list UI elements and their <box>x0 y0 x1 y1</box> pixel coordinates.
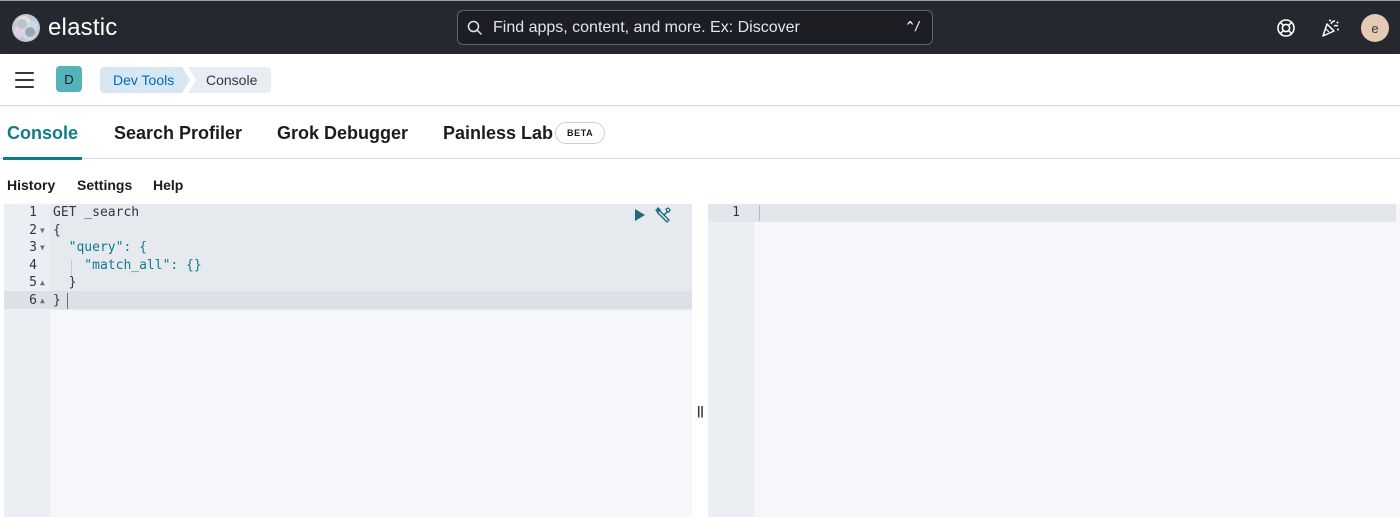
breadcrumb-bar: D Dev Tools Console <box>0 54 1400 106</box>
active-line-highlight <box>708 204 1396 222</box>
response-output[interactable]: 1 <box>708 204 1400 517</box>
hamburger-icon <box>15 86 34 88</box>
help-link[interactable]: Help <box>153 177 183 193</box>
line-number: 5 <box>29 275 37 291</box>
tab-painless-lab[interactable]: Painless Lab <box>443 107 553 159</box>
line-number: 4 <box>29 257 37 273</box>
drag-handle-icon[interactable]: || <box>697 404 704 418</box>
code-text: "match_all": {} <box>53 257 202 273</box>
beta-badge: BETA <box>555 122 606 144</box>
code-line: 3 ▼ "query": { <box>4 239 692 257</box>
line-number: 1 <box>732 205 740 220</box>
fold-toggle-icon[interactable]: ▲ <box>40 292 45 310</box>
elastic-logo-icon <box>12 14 40 42</box>
request-editor[interactable]: 1 GET _search 2 ▼ { 3 ▼ "query": { 4 "ma… <box>4 204 692 517</box>
settings-link[interactable]: Settings <box>77 177 132 193</box>
output-gutter <box>708 204 754 517</box>
fold-toggle-icon[interactable]: ▲ <box>40 274 45 292</box>
search-shortcut: ^/ <box>906 19 921 33</box>
elastic-logo[interactable]: elastic <box>11 13 117 43</box>
newsfeed-button[interactable] <box>1316 14 1344 42</box>
search-input[interactable] <box>493 11 893 44</box>
code-line: 6 ▲ } <box>4 292 692 310</box>
tab-console[interactable]: Console <box>3 107 83 160</box>
hamburger-icon <box>15 79 34 81</box>
logo-text: elastic <box>48 14 118 41</box>
dev-tools-tabs: Console Search Profiler Grok Debugger Pa… <box>0 107 1400 160</box>
code-line: 1 GET _search <box>4 204 692 222</box>
tab-search-profiler[interactable]: Search Profiler <box>114 107 242 159</box>
line-number: 2 <box>29 222 37 238</box>
search-icon <box>467 20 482 35</box>
pane-resizer[interactable]: || <box>692 204 708 517</box>
space-avatar[interactable]: D <box>56 66 82 92</box>
hamburger-icon <box>15 72 34 74</box>
fold-toggle-icon[interactable]: ▼ <box>40 239 45 257</box>
newsfeed-icon <box>1322 19 1339 37</box>
line-number: 6 <box>29 293 37 308</box>
help-button[interactable] <box>1272 14 1300 42</box>
help-icon <box>1277 19 1295 37</box>
wrench-icon[interactable] <box>654 206 674 224</box>
line-number: 3 <box>29 240 37 256</box>
breadcrumb-dev-tools[interactable]: Dev Tools <box>100 67 190 93</box>
tab-grok-debugger[interactable]: Grok Debugger <box>277 107 408 159</box>
run-icon[interactable] <box>634 208 646 222</box>
breadcrumb-console: Console <box>188 67 271 93</box>
code-line: 5 ▲ } <box>4 274 692 292</box>
code-text: } <box>53 275 77 291</box>
history-link[interactable]: History <box>7 177 55 193</box>
code-text: } <box>53 293 61 308</box>
line-number: 1 <box>29 205 37 220</box>
code-text: GET _search <box>53 205 140 220</box>
global-header: elastic ^/ e <box>0 0 1400 54</box>
global-search[interactable]: ^/ <box>457 10 933 45</box>
text-cursor <box>67 293 68 309</box>
user-avatar[interactable]: e <box>1361 14 1389 42</box>
fold-toggle-icon[interactable]: ▼ <box>40 222 45 240</box>
text-cursor <box>759 205 760 221</box>
code-text: { <box>53 222 61 238</box>
code-line: 4 "match_all": {} <box>4 257 692 275</box>
code-text: "query": { <box>53 240 147 256</box>
code-line: 2 ▼ { <box>4 222 692 240</box>
menu-button[interactable] <box>13 69 37 91</box>
